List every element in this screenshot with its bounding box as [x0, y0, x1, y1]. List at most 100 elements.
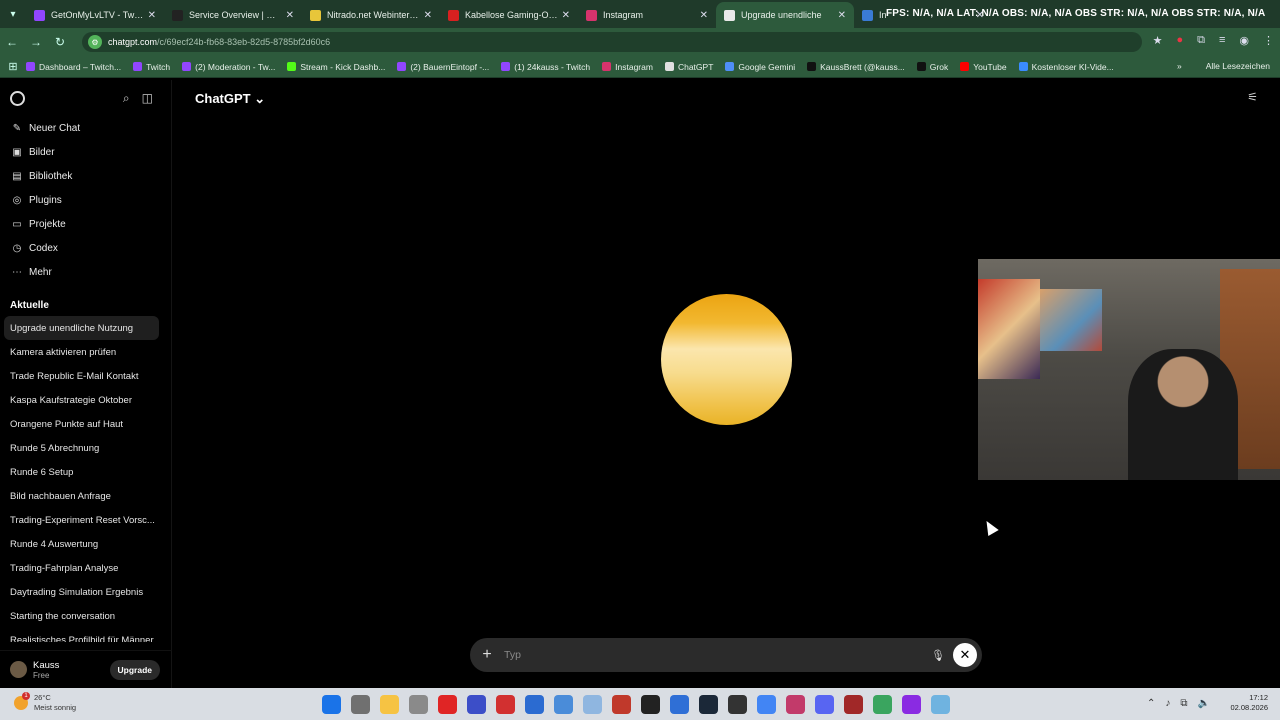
taskbar-app-icon[interactable] — [815, 695, 834, 714]
taskbar-app-icon[interactable] — [467, 695, 486, 714]
browser-tab[interactable]: Upgrade unendliche ✕ — [716, 2, 854, 28]
message-input[interactable] — [504, 649, 923, 661]
chat-history-item[interactable]: Kaspa Kaufstrategie Oktober — [0, 388, 171, 412]
bookmark-item[interactable]: (1) 24kauss - Twitch — [501, 62, 590, 72]
sidebar-item-neuer-chat[interactable]: ✎ Neuer Chat — [0, 116, 171, 140]
bookmark-item[interactable]: ChatGPT — [664, 62, 713, 72]
taskbar-app-icon[interactable] — [902, 695, 921, 714]
chat-history-item[interactable]: Kamera aktivieren prüfen — [0, 340, 171, 364]
bookmark-item[interactable]: YouTube — [960, 62, 1007, 72]
sidebar-item-projekte[interactable]: ▭ Projekte — [0, 212, 171, 236]
site-info-icon[interactable]: ⚙ — [88, 35, 102, 49]
upgrade-button[interactable]: Upgrade — [109, 660, 160, 680]
star-icon[interactable]: ★ — [1153, 34, 1163, 47]
chat-history-item[interactable]: Orangene Punkte auf Haut — [0, 412, 171, 436]
taskbar-app-icon[interactable] — [409, 695, 428, 714]
chat-history-item[interactable]: Realistisches Profilbild für Männer — [0, 628, 171, 643]
forward-icon[interactable]: → — [24, 35, 48, 49]
profile-icon[interactable]: ◉ — [1239, 34, 1249, 47]
bookmark-item[interactable]: Dashboard – Twitch... — [26, 62, 121, 72]
more-bookmarks-icon[interactable]: » — [1177, 61, 1182, 71]
taskbar-app-icon[interactable] — [583, 695, 602, 714]
taskbar-app-icon[interactable] — [612, 695, 631, 714]
user-menu[interactable]: Kauss Free Upgrade — [0, 650, 172, 688]
taskbar-app-icon[interactable] — [380, 695, 399, 714]
taskbar-app-icon[interactable] — [699, 695, 718, 714]
browser-tab[interactable]: GetOnMyLvLTV - Twitch ✕ — [26, 2, 164, 28]
apps-grid-icon[interactable]: ⊞ — [0, 60, 26, 73]
taskbar-app-icon[interactable] — [757, 695, 776, 714]
chat-history-item[interactable]: Upgrade unendliche Nutzung — [4, 316, 159, 340]
taskbar-app-icon[interactable] — [438, 695, 457, 714]
chevron-up-icon[interactable]: ⌃ — [1147, 698, 1155, 709]
tab-close-icon[interactable]: ✕ — [286, 10, 294, 21]
bookmark-item[interactable]: Instagram — [602, 62, 653, 72]
tab-close-icon[interactable]: ✕ — [562, 10, 570, 21]
settings-sliders-icon[interactable]: ⚟ — [1247, 90, 1258, 104]
sidebar-toggle-icon[interactable]: ◫ — [142, 91, 153, 106]
network-icon[interactable]: ⧉ — [1180, 698, 1187, 709]
chat-history-item[interactable]: Bild nachbauen Anfrage — [0, 484, 171, 508]
taskbar-app-icon[interactable] — [786, 695, 805, 714]
taskbar-app-icon[interactable] — [844, 695, 863, 714]
openai-logo-icon[interactable] — [10, 90, 25, 106]
sidebar-item-bibliothek[interactable]: ▤ Bibliothek — [0, 164, 171, 188]
bookmark-item[interactable]: KaussBrett (@kauss... — [807, 62, 905, 72]
tab-search-icon[interactable]: ▾ — [0, 0, 26, 28]
media-icon[interactable]: ≡ — [1219, 34, 1225, 47]
model-selector[interactable]: ChatGPT ⌄ — [195, 91, 265, 107]
taskbar-app-icon[interactable] — [670, 695, 689, 714]
bookmark-item[interactable]: Kostenloser KI-Vide... — [1018, 62, 1114, 72]
browser-tab[interactable]: Kabellose Gaming-Ohrhö ✕ — [440, 2, 578, 28]
menu-icon[interactable]: ⋮ — [1263, 34, 1274, 47]
bookmark-item[interactable]: (2) BauernEintopf -... — [397, 62, 489, 72]
sidebar-item-plugins[interactable]: ◎ Plugins — [0, 188, 171, 212]
avatar[interactable] — [10, 661, 27, 678]
taskbar-app-icon[interactable] — [728, 695, 747, 714]
taskbar-app-icon[interactable] — [641, 695, 660, 714]
sidebar-item-codex[interactable]: ◷ Codex — [0, 236, 171, 260]
browser-tab[interactable]: Instagram ✕ — [578, 2, 716, 28]
mic-tray-icon[interactable]: ♪ — [1165, 698, 1170, 709]
clock[interactable]: 17:12 02.08.2026 — [1230, 693, 1268, 713]
tab-close-icon[interactable]: ✕ — [700, 10, 708, 21]
tab-close-icon[interactable]: ✕ — [424, 10, 432, 21]
volume-icon[interactable]: 🔈 — [1198, 698, 1210, 709]
chat-history-item[interactable]: Daytrading Simulation Ergebnis — [0, 580, 171, 604]
extension-icon[interactable]: ● — [1176, 34, 1183, 47]
microphone-icon[interactable]: 🎙 — [923, 649, 953, 662]
chat-history-item[interactable]: Trade Republic E-Mail Kontakt — [0, 364, 171, 388]
url-bar[interactable]: ⚙ chatgpt.com/c/69ecf24b-fb68-83eb-82d5-… — [82, 32, 1142, 52]
taskbar-app-icon[interactable] — [554, 695, 573, 714]
bookmark-item[interactable]: Twitch — [133, 62, 170, 72]
bookmark-item[interactable]: Stream - Kick Dashb... — [287, 62, 385, 72]
tab-close-icon[interactable]: ✕ — [838, 10, 846, 21]
chat-history-item[interactable]: Runde 6 Setup — [0, 460, 171, 484]
puzzle-icon[interactable]: ⧉ — [1197, 34, 1205, 47]
browser-tab[interactable]: Service Overview | Nitrado ✕ — [164, 2, 302, 28]
close-voice-icon[interactable]: ✕ — [953, 643, 977, 667]
bookmark-item[interactable]: Google Gemini — [725, 62, 795, 72]
chat-history-item[interactable]: Trading-Fahrplan Analyse — [0, 556, 171, 580]
taskbar-app-icon[interactable] — [322, 695, 341, 714]
all-bookmarks-link[interactable]: Alle Lesezeichen — [1206, 61, 1270, 71]
sidebar-item-mehr[interactable]: ⋯ Mehr — [0, 260, 171, 284]
taskbar-app-icon[interactable] — [525, 695, 544, 714]
plus-icon[interactable]: + — [470, 646, 504, 664]
browser-tab[interactable]: Nitrado.net Webinterface ✕ — [302, 2, 440, 28]
bookmark-item[interactable]: Grok — [916, 62, 948, 72]
chat-history-item[interactable]: Starting the conversation — [0, 604, 171, 628]
taskbar-app-icon[interactable] — [496, 695, 515, 714]
taskbar-app-icon[interactable] — [931, 695, 950, 714]
back-icon[interactable]: ← — [0, 35, 24, 49]
tab-close-icon[interactable]: ✕ — [148, 10, 156, 21]
search-icon[interactable]: ⌕ — [123, 91, 130, 106]
weather-widget[interactable]: 1 26°C Meist sonnig — [14, 692, 76, 713]
sidebar-item-bilder[interactable]: ▣ Bilder — [0, 140, 171, 164]
reload-icon[interactable]: ↻ — [48, 35, 72, 49]
bookmark-item[interactable]: (2) Moderation - Tw... — [182, 62, 275, 72]
chat-history-item[interactable]: Runde 5 Abrechnung — [0, 436, 171, 460]
taskbar-app-icon[interactable] — [351, 695, 370, 714]
chat-history-item[interactable]: Runde 4 Auswertung — [0, 532, 171, 556]
taskbar-app-icon[interactable] — [873, 695, 892, 714]
